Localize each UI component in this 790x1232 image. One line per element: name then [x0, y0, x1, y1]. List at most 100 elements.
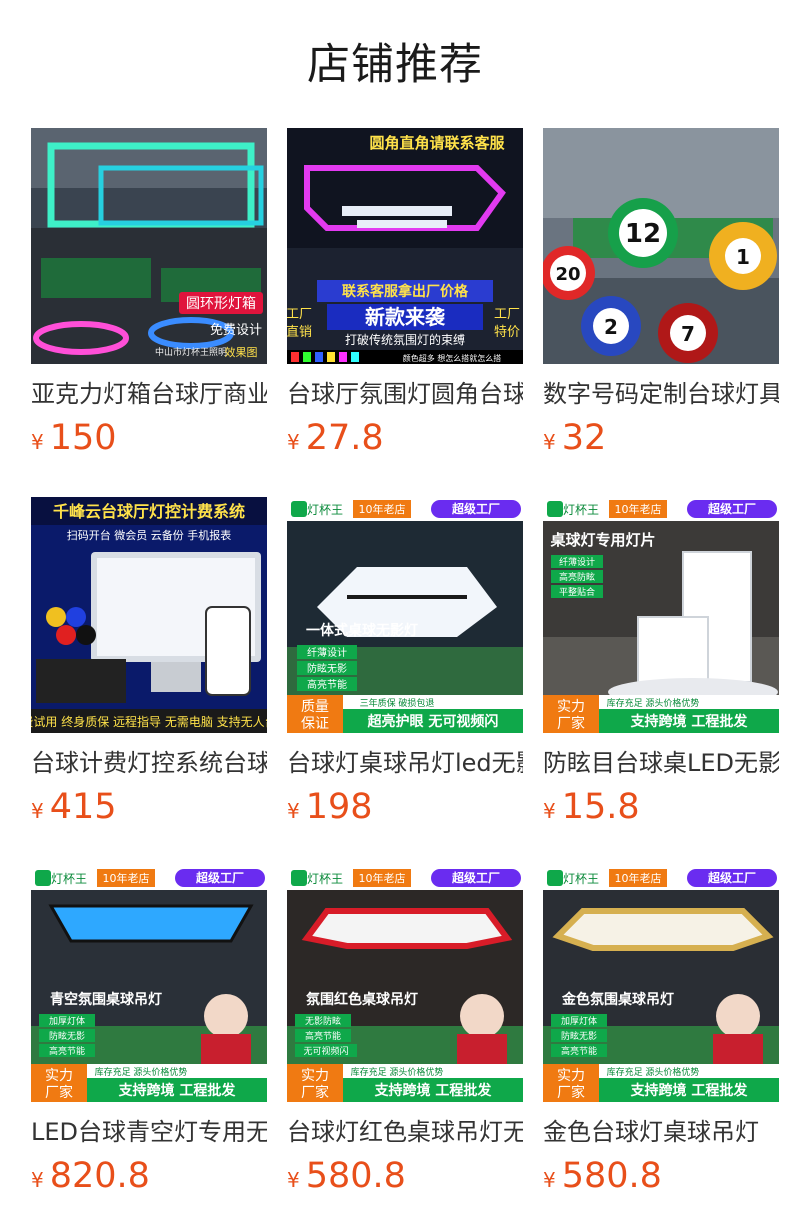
product-name[interactable]: 亚克力灯箱台球厅商业 [31, 378, 267, 410]
image-banner-text: 支持跨境 工程批发 [374, 1082, 493, 1099]
currency-symbol: ¥ [287, 799, 300, 823]
image-right2-text: 特价 [494, 325, 520, 340]
image-stock-text: 库存充足 源头价格优势 [607, 697, 700, 709]
image-s2-text: 厂家 [557, 1084, 585, 1101]
product-name[interactable]: 防眩目台球桌LED无影灯 [543, 747, 779, 779]
product-card[interactable]: 灯杯王 10年老店 超级工厂 青空氛围桌球吊灯 加厚灯体 防眩无影 高亮节能 实… [31, 866, 267, 1202]
price-value: 580.8 [305, 1156, 406, 1196]
image-badge-text: 圆环形灯箱 [186, 296, 256, 312]
image-years-text: 10年老店 [359, 871, 406, 885]
image-brand-text: 灯杯王 [563, 503, 599, 517]
product-image[interactable]: 20 12 1 2 7 [543, 128, 779, 364]
product-name[interactable]: LED台球青空灯专用无影 [31, 1116, 267, 1148]
currency-symbol: ¥ [31, 430, 44, 454]
image-guarantee-text: 三年质保 破损包退 [360, 697, 435, 709]
price-value: 198 [305, 787, 373, 827]
price-value: 150 [49, 418, 117, 458]
product-card[interactable]: 20 12 1 2 7 数字号码定制台球灯具 ¥32 [543, 128, 779, 464]
product-image[interactable]: 圆环形灯箱 免费设计 中山市灯杯王照明 效果图 [31, 128, 267, 364]
product-image[interactable]: 灯杯王 10年老店 超级工厂 一体式桌球无影灯 纤薄设计 防眩无影 高亮节能 质… [287, 497, 523, 733]
image-banner-text: 支持跨境 工程批发 [630, 713, 749, 730]
image-shop-text: 中山市灯杯王照明 [155, 346, 227, 358]
image-headline-text: 新款来袭 [365, 305, 446, 329]
product-image[interactable]: 千峰云台球厅灯控计费系统 扫码开台 微会员 云备份 手机报表 免费试用 终身质保… [31, 497, 267, 733]
image-f1-text: 纤薄设计 [307, 646, 347, 659]
product-image[interactable]: 灯杯王 10年老店 超级工厂 桌球灯专用灯片 纤薄设计 高亮防眩 平整贴合 实力… [543, 497, 779, 733]
image-left2-text: 直销 [287, 325, 312, 340]
product-card[interactable]: 灯杯王 10年老店 超级工厂 桌球灯专用灯片 纤薄设计 高亮防眩 平整贴合 实力… [543, 497, 779, 833]
image-f2-text: 防眩无影 [561, 1030, 597, 1042]
image-years-text: 10年老店 [103, 871, 150, 885]
currency-symbol: ¥ [543, 1168, 556, 1192]
product-price: ¥150 [31, 418, 267, 458]
image-f1-text: 加厚灯体 [49, 1015, 85, 1027]
image-brand-text: 灯杯王 [51, 872, 87, 886]
product-card[interactable]: 千峰云台球厅灯控计费系统 扫码开台 微会员 云备份 手机报表 免费试用 终身质保… [31, 497, 267, 833]
product-image[interactable]: 灯杯王 10年老店 超级工厂 氛围红色桌球吊灯 无影防眩 高亮节能 无可视频闪 … [287, 866, 523, 1102]
image-headline-text: 一体式桌球无影灯 [306, 622, 418, 639]
price-value: 580.8 [561, 1156, 662, 1196]
image-headline-text: 桌球灯专用灯片 [549, 531, 655, 549]
image-f1-text: 加厚灯体 [561, 1015, 597, 1027]
image-right1-text: 工厂 [494, 307, 520, 322]
image-n3-text: 1 [736, 245, 750, 269]
currency-symbol: ¥ [287, 1168, 300, 1192]
product-image[interactable]: 灯杯王 10年老店 超级工厂 青空氛围桌球吊灯 加厚灯体 防眩无影 高亮节能 实… [31, 866, 267, 1102]
image-s1-text: 实力 [557, 699, 585, 715]
product-card[interactable]: 圆环形灯箱 免费设计 中山市灯杯王照明 效果图 亚克力灯箱台球厅商业 ¥150 [31, 128, 267, 464]
image-stock-text: 库存充足 源头价格优势 [607, 1066, 700, 1078]
image-top-text: 千峰云台球厅灯控计费系统 [53, 502, 245, 521]
product-grid: 圆环形灯箱 免费设计 中山市灯杯王照明 效果图 亚克力灯箱台球厅商业 ¥150 … [31, 128, 790, 1202]
product-card[interactable]: 灯杯王 10年老店 超级工厂 氛围红色桌球吊灯 无影防眩 高亮节能 无可视频闪 … [287, 866, 523, 1202]
image-years-text: 10年老店 [615, 502, 662, 516]
product-image[interactable]: 灯杯王 10年老店 超级工厂 金色氛围桌球吊灯 加厚灯体 防眩无影 高亮节能 实… [543, 866, 779, 1102]
image-f2-text: 防眩无影 [307, 662, 347, 675]
product-price: ¥580.8 [543, 1156, 779, 1196]
image-f2-text: 高亮防眩 [559, 571, 595, 583]
image-s2-text: 厂家 [557, 715, 585, 732]
image-factory-text: 超级工厂 [451, 501, 500, 516]
product-price: ¥580.8 [287, 1156, 523, 1196]
section-title: 店铺推荐 [307, 40, 483, 90]
image-stock-text: 库存充足 源头价格优势 [351, 1066, 444, 1078]
product-card[interactable]: 灯杯王 10年老店 超级工厂 金色氛围桌球吊灯 加厚灯体 防眩无影 高亮节能 实… [543, 866, 779, 1202]
currency-symbol: ¥ [31, 799, 44, 823]
image-promo-text: 免费设计 [210, 323, 262, 338]
product-name[interactable]: 台球灯红色桌球吊灯无影 [287, 1116, 523, 1148]
image-headline-text: 氛围红色桌球吊灯 [306, 991, 418, 1008]
product-image[interactable]: 圆角直角请联系客服 联系客服拿出厂价格 新款来袭 打破传统氛围灯的束缚 工厂 直… [287, 128, 523, 364]
currency-symbol: ¥ [543, 430, 556, 454]
image-headline-text: 金色氛围桌球吊灯 [561, 991, 674, 1008]
product-name[interactable]: 金色台球灯桌球吊灯 [543, 1116, 779, 1148]
product-name[interactable]: 台球计费灯控系统台球 [31, 747, 267, 779]
product-price: ¥820.8 [31, 1156, 267, 1196]
product-card[interactable]: 灯杯王 10年老店 超级工厂 一体式桌球无影灯 纤薄设计 防眩无影 高亮节能 质… [287, 497, 523, 833]
image-q2-text: 保证 [301, 716, 329, 732]
currency-symbol: ¥ [287, 430, 300, 454]
image-banner-text: 支持跨境 工程批发 [118, 1082, 237, 1099]
product-card[interactable]: 圆角直角请联系客服 联系客服拿出厂价格 新款来袭 打破传统氛围灯的束缚 工厂 直… [287, 128, 523, 464]
image-q1-text: 质量 [301, 699, 329, 715]
image-features-text: 扫码开台 微会员 云备份 手机报表 [67, 528, 232, 542]
product-price: ¥198 [287, 787, 523, 827]
product-name[interactable]: 台球灯桌球吊灯led无影 [287, 747, 523, 779]
image-mid-text: 联系客服拿出厂价格 [342, 283, 469, 300]
image-stock-text: 库存充足 源头价格优势 [95, 1066, 188, 1078]
image-f2-text: 高亮节能 [305, 1030, 341, 1042]
image-s1-text: 实力 [301, 1068, 329, 1084]
image-f3-text: 无可视频闪 [303, 1045, 348, 1057]
image-brand-text: 灯杯王 [563, 872, 599, 886]
image-f3-text: 高亮节能 [49, 1045, 85, 1057]
price-value: 415 [49, 787, 117, 827]
image-n2-text: 12 [625, 219, 661, 249]
image-n4-text: 2 [604, 315, 618, 339]
product-name[interactable]: 台球厅氛围灯圆角台球 [287, 378, 523, 410]
image-years-text: 10年老店 [615, 871, 662, 885]
currency-symbol: ¥ [31, 1168, 44, 1192]
image-f2-text: 防眩无影 [49, 1030, 85, 1042]
price-value: 27.8 [305, 418, 384, 458]
product-name[interactable]: 数字号码定制台球灯具 [543, 378, 779, 410]
image-brand-text: 灯杯王 [307, 503, 343, 517]
price-value: 15.8 [561, 787, 640, 827]
image-n1-text: 20 [555, 264, 580, 285]
